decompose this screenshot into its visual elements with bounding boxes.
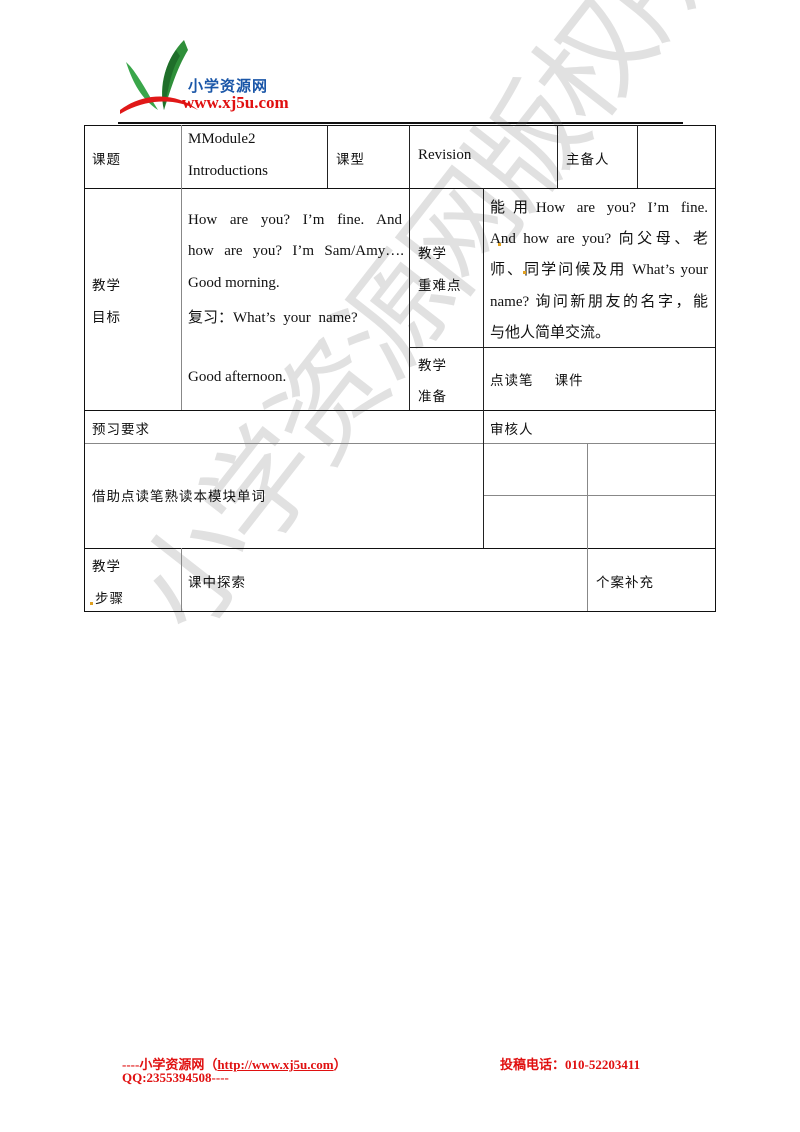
table-border-top bbox=[84, 125, 716, 126]
key-points-line: name? 询问新朋友的名字，能 bbox=[490, 294, 708, 310]
goals-line: Good afternoon. bbox=[188, 369, 287, 385]
footer-suffix: ） bbox=[333, 1057, 347, 1072]
lesson-type-label: 课型 bbox=[336, 152, 365, 168]
topic-value-line1: MModule2 bbox=[188, 131, 256, 147]
col-divider bbox=[483, 410, 484, 548]
marker-dot bbox=[90, 602, 93, 605]
col-divider bbox=[181, 548, 182, 611]
goals-line: how are you? I’m Sam/Amy…. bbox=[188, 243, 404, 259]
goals-label-line1: 教学 bbox=[92, 278, 121, 294]
col-divider bbox=[409, 125, 410, 410]
reviewer-label: 审核人 bbox=[490, 422, 534, 438]
key-points-line: 与他人简单交流。 bbox=[490, 325, 611, 341]
steps-label-line2: 步骤 bbox=[95, 591, 124, 607]
logo-url: www.xj5u.com bbox=[182, 93, 289, 112]
col-divider bbox=[587, 548, 588, 611]
col-divider bbox=[587, 443, 588, 548]
steps-label-line1: 教学 bbox=[92, 559, 121, 575]
preparation-label-line2: 准备 bbox=[418, 389, 447, 405]
row-divider bbox=[409, 347, 716, 348]
preview-label: 预习要求 bbox=[92, 422, 150, 438]
table-border-right bbox=[715, 125, 716, 612]
topic-label: 课题 bbox=[92, 152, 121, 168]
row-divider bbox=[84, 188, 716, 189]
preparation-label-line1: 教学 bbox=[418, 358, 447, 374]
goals-label-line2: 目标 bbox=[92, 310, 121, 326]
table-border-bottom bbox=[84, 611, 716, 612]
col-divider bbox=[327, 125, 328, 188]
row-divider bbox=[84, 443, 716, 444]
key-points-label-line2: 重难点 bbox=[418, 278, 462, 294]
key-points-line: And how are you? 向父母、老 bbox=[490, 231, 708, 247]
preparation-value: 点读笔 课件 bbox=[490, 373, 584, 389]
row-divider bbox=[84, 548, 716, 549]
marker-dot bbox=[498, 243, 501, 246]
key-points-line: 能用How are you? I’m fine. bbox=[490, 200, 708, 216]
row-divider bbox=[84, 410, 716, 411]
lesson-type-value: Revision bbox=[418, 147, 472, 163]
header-rule bbox=[118, 122, 683, 124]
col-divider bbox=[637, 125, 638, 188]
topic-value-line2: Introductions bbox=[188, 163, 268, 179]
footer-qq: QQ:2355394508---- bbox=[122, 1070, 229, 1085]
row-divider bbox=[483, 495, 716, 496]
col-divider bbox=[557, 125, 558, 188]
col-divider bbox=[181, 125, 182, 410]
goals-line: How are you? I’m fine. And bbox=[188, 212, 402, 228]
marker-dot bbox=[523, 271, 526, 274]
key-points-line: 师、同学问候及用 What’s your bbox=[490, 262, 708, 278]
steps-middle: 课中探索 bbox=[188, 575, 246, 591]
footer-phone: 投稿电话：010-52203411 bbox=[500, 1057, 641, 1072]
key-points-label-line1: 教学 bbox=[418, 246, 447, 262]
goals-line: Good morning. bbox=[188, 275, 280, 291]
goals-line: 复习：What’s your name? bbox=[188, 310, 358, 326]
footer-link[interactable]: http://www.xj5u.com bbox=[217, 1057, 333, 1072]
col-divider bbox=[483, 188, 484, 410]
preview-content: 借助点读笔熟读本模块单词 bbox=[92, 489, 266, 505]
table-border-left bbox=[84, 125, 85, 612]
preparer-label: 主备人 bbox=[566, 152, 610, 168]
steps-right: 个案补充 bbox=[596, 575, 654, 591]
